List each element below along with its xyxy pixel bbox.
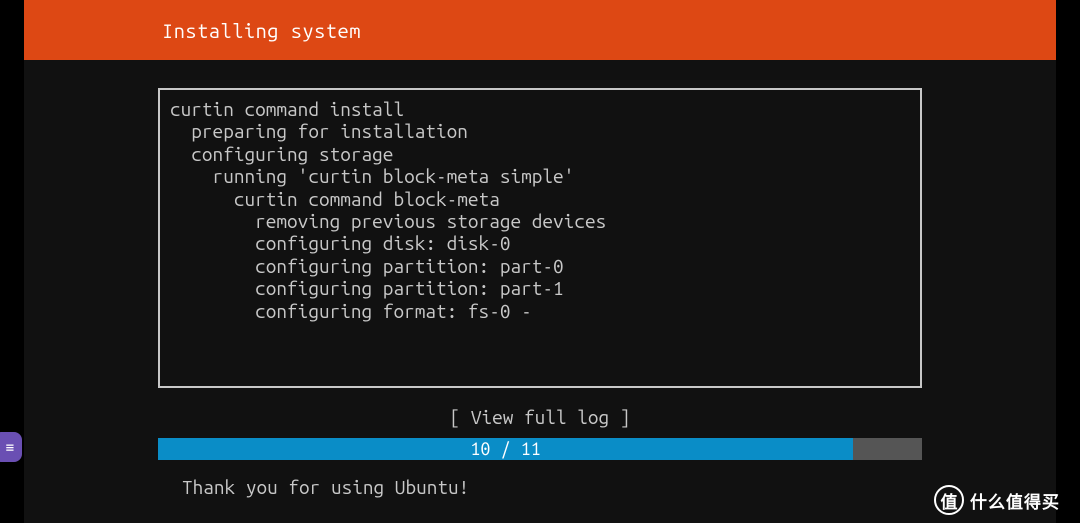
log-line: configuring storage	[170, 143, 910, 165]
log-line: configuring disk: disk-0	[170, 232, 910, 254]
progress-remaining	[853, 438, 922, 460]
installer-screen: Installing system curtin command install…	[24, 0, 1056, 523]
letterbox-right	[1056, 0, 1080, 523]
log-line: configuring format: fs-0 -	[170, 300, 910, 322]
log-line: removing previous storage devices	[170, 210, 910, 232]
install-log-box: curtin command install preparing for ins…	[158, 88, 922, 388]
log-line: configuring partition: part-1	[170, 277, 910, 299]
content-area: curtin command install preparing for ins…	[24, 88, 1056, 498]
header-bar: Installing system	[24, 0, 1056, 60]
log-line: running 'curtin block-meta simple'	[170, 165, 910, 187]
log-line: curtin command install	[170, 98, 910, 120]
watermark-badge-icon: 值	[934, 485, 964, 515]
watermark-text: 什么值得买	[970, 488, 1060, 513]
menu-icon: ≡	[6, 439, 14, 456]
page-title: Installing system	[162, 19, 361, 42]
view-full-log-button[interactable]: [ View full log ]	[24, 406, 1056, 428]
side-tab-button[interactable]: ≡	[0, 432, 22, 462]
log-line: configuring partition: part-0	[170, 255, 910, 277]
watermark: 值 什么值得买	[934, 485, 1060, 515]
progress-fill: 10 / 11	[158, 438, 853, 460]
progress-bar: 10 / 11	[158, 438, 922, 460]
log-line: curtin command block-meta	[170, 188, 910, 210]
log-line: preparing for installation	[170, 120, 910, 142]
thank-you-message: Thank you for using Ubuntu!	[182, 476, 1056, 498]
